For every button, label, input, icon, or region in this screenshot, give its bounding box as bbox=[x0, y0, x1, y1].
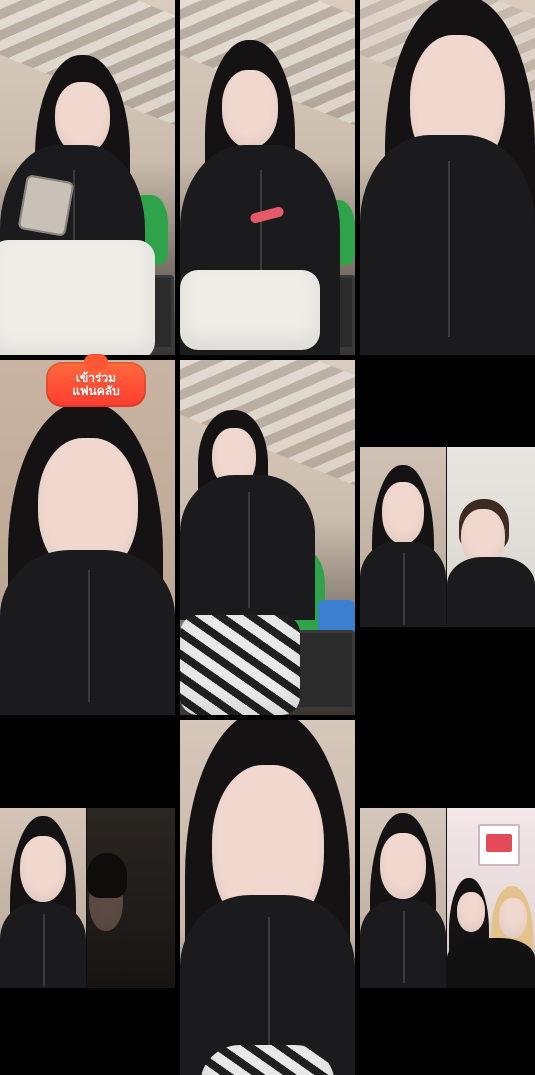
person-shirt bbox=[447, 557, 535, 627]
video-split-left[interactable] bbox=[360, 808, 446, 988]
person-jacket bbox=[360, 542, 446, 627]
video-tile-6[interactable] bbox=[360, 447, 535, 627]
video-tile-2[interactable] bbox=[180, 0, 355, 355]
video-tile-4[interactable] bbox=[0, 360, 175, 715]
person-face bbox=[20, 836, 66, 902]
join-fanclub-line-2: แฟนคลับ bbox=[72, 383, 120, 398]
video-tile-9[interactable] bbox=[360, 808, 535, 988]
patterned-bag bbox=[200, 1045, 335, 1075]
person-jacket bbox=[0, 550, 175, 715]
join-fanclub-line-1: เข้าร่วม bbox=[75, 370, 117, 385]
video-split-left[interactable] bbox=[0, 808, 86, 988]
video-split-right[interactable] bbox=[447, 808, 535, 988]
person-jacket bbox=[180, 475, 315, 620]
video-tile-7[interactable] bbox=[0, 808, 175, 988]
patterned-bag bbox=[180, 615, 300, 715]
join-fanclub-badge[interactable]: เข้าร่วม แฟนคลับ bbox=[46, 354, 146, 407]
person-jacket bbox=[0, 903, 86, 988]
person-jacket bbox=[360, 135, 535, 355]
person-face bbox=[55, 82, 110, 154]
video-split-left[interactable] bbox=[360, 447, 446, 627]
video-split-right[interactable] bbox=[447, 447, 535, 627]
video-tile-5[interactable] bbox=[180, 360, 355, 715]
person-face bbox=[222, 70, 278, 148]
video-tile-1[interactable] bbox=[0, 0, 175, 355]
person-outfit bbox=[447, 938, 535, 988]
person-jacket bbox=[360, 900, 446, 988]
person-face bbox=[380, 833, 426, 899]
person-face bbox=[499, 898, 527, 938]
video-tile-8[interactable] bbox=[180, 720, 355, 1075]
live-video-grid: เข้าร่วม แฟนคลับ bbox=[0, 0, 535, 1075]
person-face bbox=[382, 482, 424, 544]
video-split-right[interactable] bbox=[87, 808, 175, 988]
video-tile-3[interactable] bbox=[360, 0, 535, 355]
person-hair bbox=[87, 853, 127, 898]
storage-basket bbox=[292, 630, 355, 710]
person-face bbox=[457, 892, 485, 932]
phone bbox=[17, 174, 75, 237]
tote-bag bbox=[180, 270, 320, 350]
tote-bag bbox=[0, 240, 155, 355]
wall-picture bbox=[478, 824, 520, 866]
